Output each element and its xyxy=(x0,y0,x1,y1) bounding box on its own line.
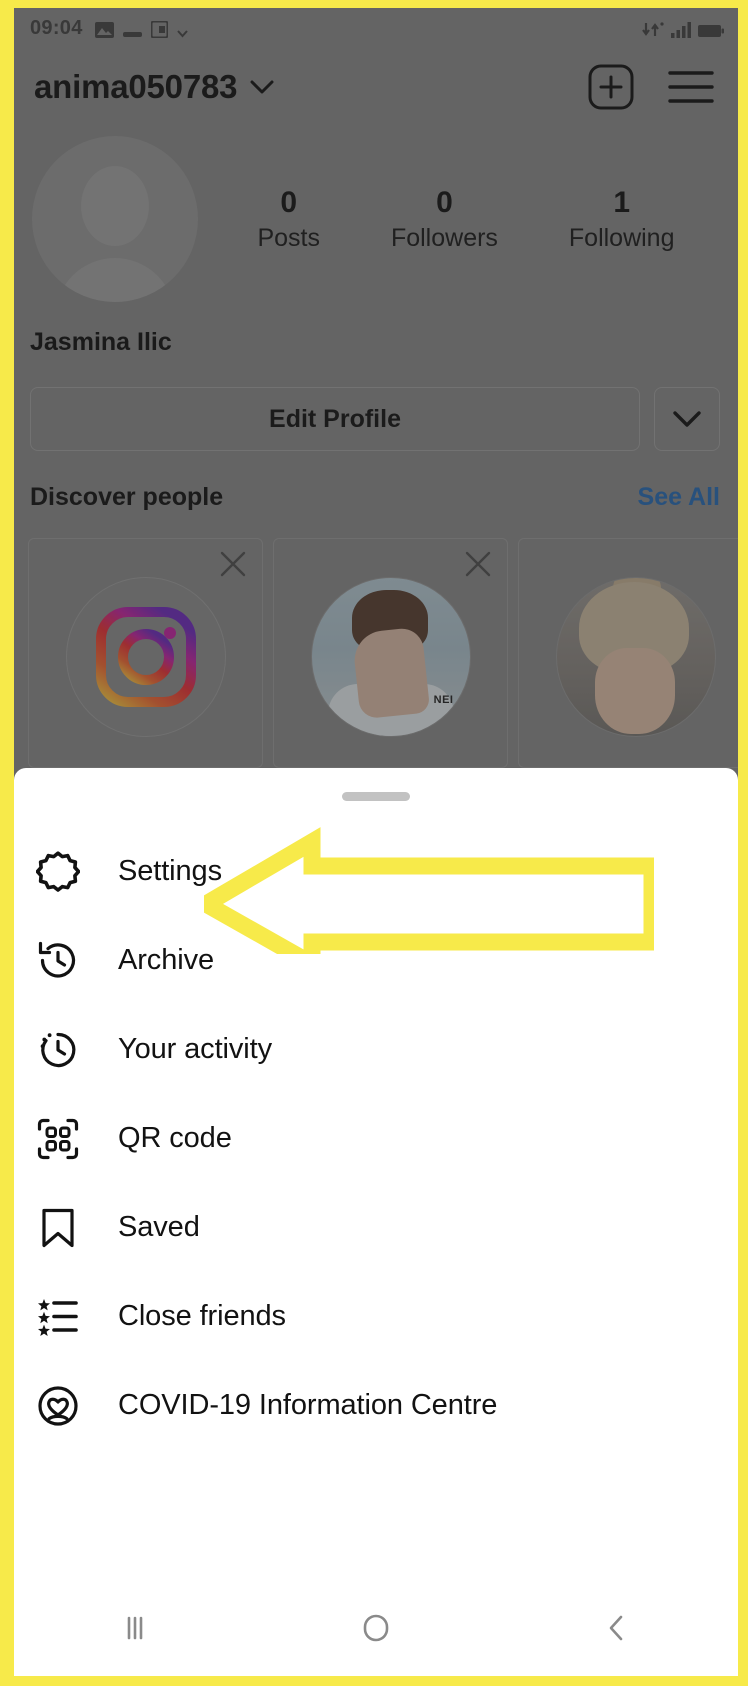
profile-summary-row: 0 Posts 0 Followers 1 Following xyxy=(14,110,738,302)
annotation-frame: 09:04 anima050783 0 Posts 0 Followers 1 … xyxy=(0,0,748,1686)
menu-item-label: Archive xyxy=(118,944,214,976)
close-icon[interactable] xyxy=(463,549,493,579)
status-left-icons xyxy=(94,21,188,38)
heart-circle-icon xyxy=(34,1382,82,1430)
default-avatar-icon[interactable] xyxy=(32,136,198,302)
stat-posts-label: Posts xyxy=(257,223,320,252)
gear-icon xyxy=(34,848,82,896)
photo-hand xyxy=(351,626,430,720)
drag-handle[interactable] xyxy=(342,792,410,801)
discover-card[interactable]: NEI xyxy=(273,538,508,768)
discover-people-carousel[interactable]: NEI xyxy=(14,512,738,768)
stat-followers-label: Followers xyxy=(390,223,498,252)
back-button[interactable] xyxy=(497,1611,738,1645)
menu-item-covid-19-information-centre[interactable]: COVID-19 Information Centre xyxy=(14,1361,738,1450)
menu-item-label: QR code xyxy=(118,1122,232,1154)
profile-actions-row: Edit Profile xyxy=(14,357,738,451)
sim-card-icon xyxy=(150,21,168,38)
menu-item-your-activity[interactable]: Your activity xyxy=(14,1005,738,1094)
mobile-data-icon xyxy=(642,22,664,36)
status-right-icons xyxy=(642,21,724,38)
photo-caption: NEI xyxy=(433,694,454,706)
username-label[interactable]: anima050783 xyxy=(34,68,237,106)
signal-bars-icon xyxy=(671,22,691,38)
battery-icon xyxy=(698,25,724,37)
menu-item-label: COVID-19 Information Centre xyxy=(118,1389,498,1421)
image-icon xyxy=(94,22,114,38)
menu-list: Settings Archive Your activity QR code S… xyxy=(14,801,738,1450)
recents-button[interactable] xyxy=(14,1611,255,1645)
status-bar: 09:04 xyxy=(14,8,738,38)
profile-dropdown-button[interactable] xyxy=(654,387,720,451)
back-chevron-icon xyxy=(610,1615,623,1641)
hamburger-menu-icon[interactable] xyxy=(668,69,714,105)
avatar-head xyxy=(81,166,149,246)
menu-item-qr-code[interactable]: QR code xyxy=(14,1094,738,1183)
phone-screen: 09:04 anima050783 0 Posts 0 Followers 1 … xyxy=(14,8,738,1676)
chevron-down-icon[interactable] xyxy=(249,79,275,95)
stat-followers[interactable]: 0 Followers xyxy=(391,184,498,254)
stat-following[interactable]: 1 Following xyxy=(569,184,675,254)
menu-item-archive[interactable]: Archive xyxy=(14,916,738,1005)
profile-menu-bottom-sheet: Settings Archive Your activity QR code S… xyxy=(14,768,738,1676)
home-button[interactable] xyxy=(255,1611,496,1645)
discover-people-header: Discover people See All xyxy=(14,451,738,512)
edit-profile-button[interactable]: Edit Profile xyxy=(30,387,640,451)
dotted-clock-icon xyxy=(34,1026,82,1074)
menu-item-label: Your activity xyxy=(118,1033,272,1065)
stat-posts-count: 0 xyxy=(280,186,298,219)
home-circle-icon xyxy=(363,1614,389,1642)
suggested-user-photo xyxy=(555,577,716,737)
star-list-icon xyxy=(34,1293,82,1341)
recents-icon xyxy=(127,1616,142,1640)
instagram-logo xyxy=(65,577,226,737)
menu-item-label: Close friends xyxy=(118,1300,286,1332)
see-all-link[interactable]: See All xyxy=(638,483,720,512)
minus-icon xyxy=(122,32,142,37)
stat-following-count: 1 xyxy=(613,186,631,219)
qr-code-icon xyxy=(34,1115,82,1163)
discover-card[interactable] xyxy=(518,538,738,768)
menu-item-settings[interactable]: Settings xyxy=(14,827,738,916)
menu-item-label: Settings xyxy=(118,855,222,887)
clock-back-arrow-icon xyxy=(34,937,82,985)
close-icon[interactable] xyxy=(218,549,248,579)
chevron-down-icon xyxy=(673,411,701,427)
menu-item-label: Saved xyxy=(118,1211,200,1243)
profile-full-name: Jasmina Ilic xyxy=(30,328,172,356)
more-icon xyxy=(176,30,188,38)
profile-stats: 0 Posts 0 Followers 1 Following xyxy=(198,184,710,254)
suggested-user-photo: NEI xyxy=(310,577,471,737)
avatar-body xyxy=(55,258,175,302)
discover-card[interactable] xyxy=(28,538,263,768)
stat-following-label: Following xyxy=(568,223,675,252)
profile-header: anima050783 xyxy=(14,38,738,110)
discover-people-title: Discover people xyxy=(30,483,224,511)
menu-item-close-friends[interactable]: Close friends xyxy=(14,1272,738,1361)
status-clock: 09:04 xyxy=(30,17,83,39)
stat-posts[interactable]: 0 Posts xyxy=(257,184,320,254)
plus-square-icon[interactable] xyxy=(588,64,634,110)
bookmark-icon xyxy=(34,1204,82,1252)
stat-followers-count: 0 xyxy=(436,186,453,219)
photo-face xyxy=(594,648,675,734)
menu-item-saved[interactable]: Saved xyxy=(14,1183,738,1272)
android-navigation-bar xyxy=(14,1580,738,1676)
